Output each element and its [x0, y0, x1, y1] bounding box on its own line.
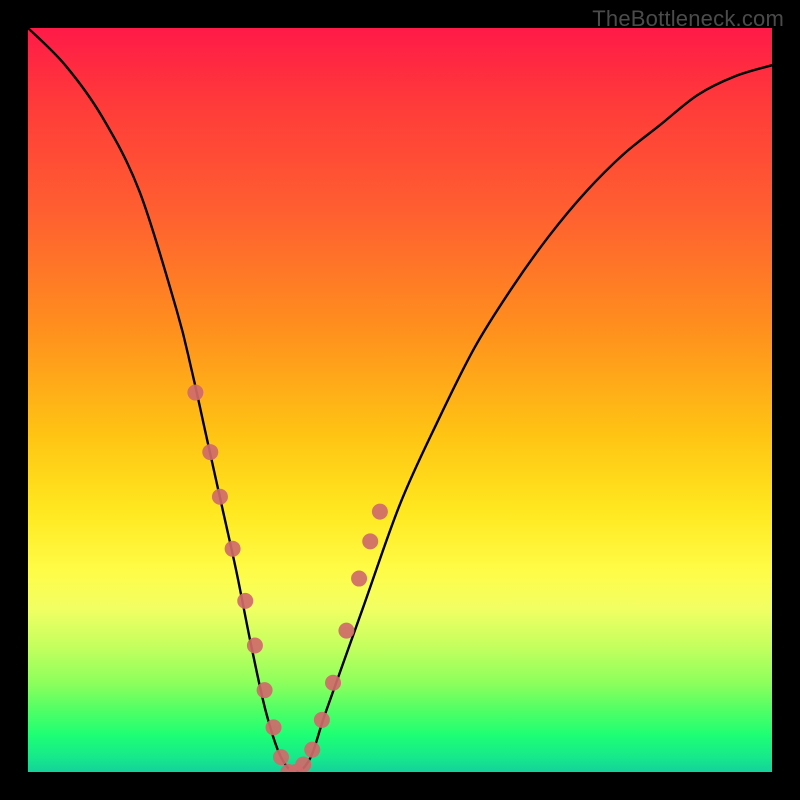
watermark-text: TheBottleneck.com — [592, 6, 784, 32]
plot-area — [28, 28, 772, 772]
chart-frame: TheBottleneck.com — [0, 0, 800, 800]
